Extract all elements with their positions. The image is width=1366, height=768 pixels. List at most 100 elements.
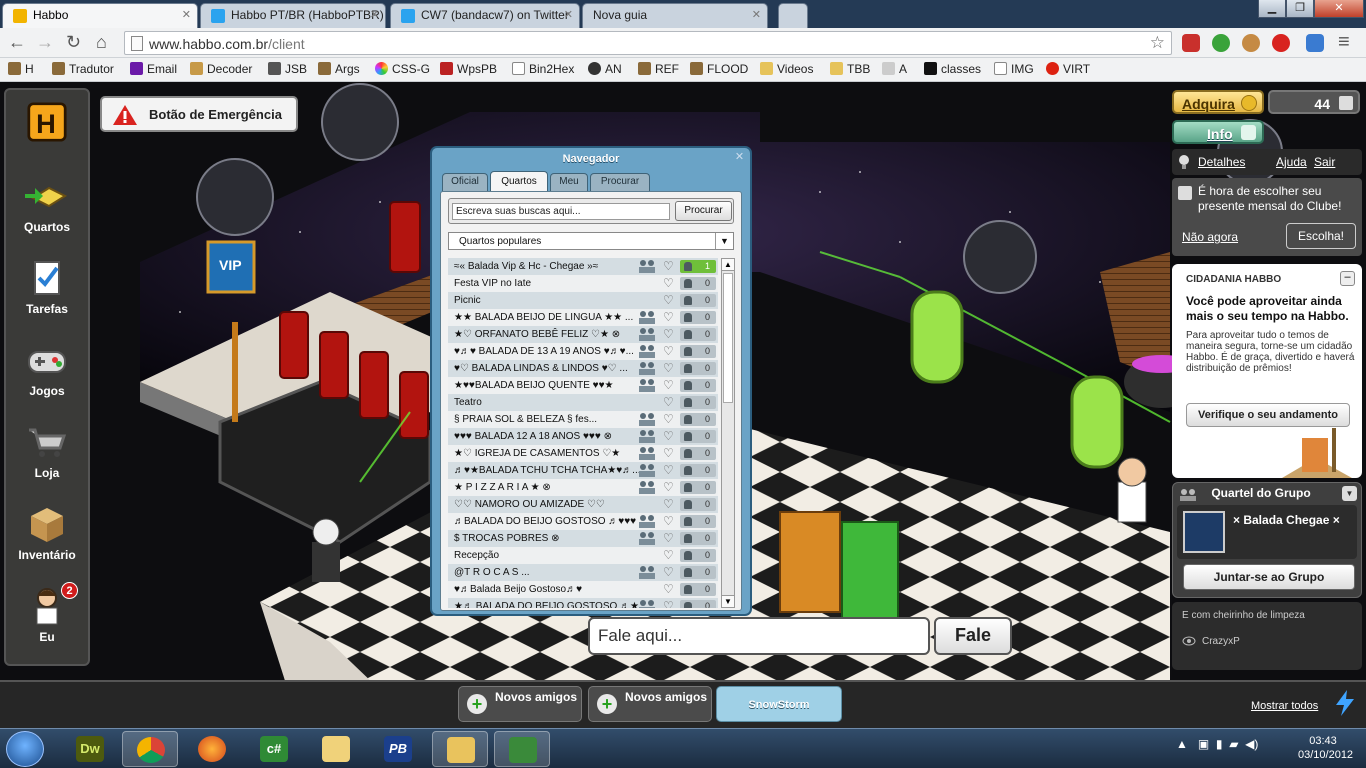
favorite-heart-icon[interactable]: ♡ [663, 360, 674, 377]
chat-input[interactable] [598, 624, 918, 648]
tab-close-icon[interactable]: ✕ [370, 8, 379, 21]
scroll-thumb[interactable] [723, 273, 733, 403]
show-all-link[interactable]: Mostrar todos [1251, 700, 1318, 712]
bookmark-item[interactable]: Email [130, 62, 177, 76]
taskbar-csharp[interactable]: c# [246, 731, 302, 767]
room-list-item[interactable]: Teatro ♡ 0 [448, 394, 718, 411]
friend-requests-button[interactable]: + Novos amigos [588, 686, 712, 722]
room-list-item[interactable]: ★♡ IGREJA DE CASAMENTOS ♡★ ♡ 0 [448, 445, 718, 462]
taskbar-paint[interactable] [308, 731, 364, 767]
toolbar-games[interactable]: Jogos [6, 340, 88, 398]
tab-twitter-cw7[interactable]: CW7 (bandacw7) on Twitter ✕ [390, 3, 580, 28]
scroll-up-icon[interactable]: ▲ [722, 259, 734, 271]
bookmark-item[interactable]: FLOOD [690, 62, 748, 76]
home-icon[interactable]: ⌂ [96, 33, 107, 51]
toolbar-quests[interactable]: Tarefas [6, 258, 88, 316]
tab-habbo[interactable]: Habbo ✕ [2, 3, 198, 28]
search-button[interactable]: Procurar [675, 201, 732, 221]
room-list-item[interactable]: ★♬ BALADA DO BEIJO GOSTOSO ♬★... ♡ 0 [448, 598, 718, 608]
choose-gift-button[interactable]: Escolha! [1286, 223, 1356, 249]
room-list-item[interactable]: ♥♬♥ BALADA DE 13 A 19 ANOS ♥♬♥... ♡ 0 [448, 343, 718, 360]
favorite-heart-icon[interactable]: ♡ [663, 258, 674, 275]
taskbar-chrome[interactable] [122, 731, 178, 767]
favorite-heart-icon[interactable]: ♡ [663, 394, 674, 411]
favorite-heart-icon[interactable]: ♡ [663, 292, 674, 309]
favorite-heart-icon[interactable]: ♡ [663, 275, 674, 292]
room-list-item[interactable]: § PRAIA SOL & BELEZA § fes... ♡ 0 [448, 411, 718, 428]
room-list-item[interactable]: Picnic ♡ 0 [448, 292, 718, 309]
forward-icon[interactable]: → [36, 33, 54, 51]
tab-close-icon[interactable]: ✕ [752, 8, 761, 21]
tab-close-icon[interactable]: ✕ [182, 8, 191, 21]
scroll-down-icon[interactable]: ▼ [722, 595, 734, 607]
room-list-item[interactable]: ♥♥♥ BALADA 12 A 18 ANOS ♥♥♥ ⊗ ♡ 0 [448, 428, 718, 445]
bookmark-star-icon[interactable]: ☆ [1150, 33, 1165, 53]
toolbar-me[interactable]: 2 Eu [6, 582, 88, 644]
taskbar-pb[interactable]: PB [370, 731, 426, 767]
close-icon[interactable]: ✕ [733, 151, 746, 164]
bookmark-folder[interactable]: Videos [760, 62, 813, 76]
not-now-link[interactable]: Não agora [1182, 230, 1238, 244]
buy-credits-button[interactable]: Adquira [1172, 90, 1264, 114]
room-list-item[interactable]: Festa VIP no Iate ♡ 0 [448, 275, 718, 292]
chevron-down-icon[interactable]: ▼ [1342, 486, 1357, 501]
taskbar-explorer[interactable] [432, 731, 488, 767]
favorite-heart-icon[interactable]: ♡ [663, 445, 674, 462]
habbo-logo-icon[interactable]: H [6, 102, 88, 146]
info-button[interactable]: Info [1172, 120, 1264, 144]
room-owner[interactable]: CrazyxP [1202, 636, 1240, 647]
lightning-icon[interactable] [1334, 690, 1356, 716]
tab-official[interactable]: Oficial [442, 173, 488, 191]
favorite-heart-icon[interactable]: ♡ [663, 343, 674, 360]
room-list-item[interactable]: ≈« Balada Vip & Hc - Chegae »≈ ♡ 1 [448, 258, 718, 275]
start-button[interactable] [6, 731, 44, 767]
signal-icon[interactable]: ▰ [1229, 737, 1238, 751]
room-list-item[interactable]: ♬BALADA DO BEIJO GOSTOSO ♬♥♥♥ ... ♡ 0 [448, 513, 718, 530]
emergency-button[interactable]: Botão de Emergência [100, 96, 298, 132]
taskbar-monitor[interactable] [494, 731, 550, 767]
bookmark-item[interactable]: Decoder [190, 62, 252, 76]
tab-rooms[interactable]: Quartos [490, 171, 548, 191]
url-bar[interactable]: www.habbo.com.br/client ☆ [124, 31, 1172, 55]
scrollbar[interactable]: ▲ ▼ [721, 258, 735, 608]
bookmark-item[interactable]: Args [318, 62, 360, 76]
bookmark-item[interactable]: IMG [994, 62, 1034, 76]
room-list-item[interactable]: ♬♥★BALADA TCHU TCHA TCHA★♥♬... ♡ 0 [448, 462, 718, 479]
taskbar-firefox[interactable] [184, 731, 240, 767]
bookmark-folder[interactable]: TBB [830, 62, 870, 76]
bookmark-item[interactable]: Tradutor [52, 62, 114, 76]
room-list-item[interactable]: ★♡ ORFANATO BEBÊ FELIZ ♡★ ⊗ ♡ 0 [448, 326, 718, 343]
volume-icon[interactable]: ◀) [1245, 737, 1258, 751]
room-list-item[interactable]: ♡♡ NAMORO OU AMIZADE ♡♡ ♡ 0 [448, 496, 718, 513]
toolbar-shop[interactable]: Loja [6, 422, 88, 480]
room-list-item[interactable]: ♥♡ BALADA LINDAS & LINDOS ♥♡ ... ♡ 0 [448, 360, 718, 377]
favorite-heart-icon[interactable]: ♡ [663, 598, 674, 608]
category-select[interactable]: Quartos populares ▼ [448, 232, 734, 250]
window-close-icon[interactable]: ✕ [1314, 0, 1364, 18]
menu-wrench-icon[interactable]: ≡ [1338, 32, 1350, 52]
minimize-icon[interactable]: ▁ [1258, 0, 1286, 18]
chat-send-button[interactable]: Fale [934, 617, 1012, 655]
favorite-heart-icon[interactable]: ♡ [663, 496, 674, 513]
room-list-item[interactable]: ★ P I Z Z A R I A ★ ⊗ ♡ 0 [448, 479, 718, 496]
bookmark-item[interactable]: H [8, 62, 34, 76]
reload-icon[interactable]: ↻ [66, 33, 81, 51]
bookmark-item[interactable]: VIRT [1046, 62, 1090, 76]
bookmark-item[interactable]: CSS-G [375, 62, 430, 76]
blue-extension-icon[interactable] [1306, 34, 1324, 52]
snowstorm-game-button[interactable]: SnowStorm [716, 686, 842, 722]
favorite-heart-icon[interactable]: ♡ [663, 513, 674, 530]
toolbar-rooms[interactable]: Quartos [6, 176, 88, 234]
friend-requests-button[interactable]: + Novos amigos [458, 686, 582, 722]
toolbar-inventory[interactable]: Inventário [6, 504, 88, 562]
favorite-heart-icon[interactable]: ♡ [663, 377, 674, 394]
tab-close-icon[interactable]: ✕ [564, 8, 573, 21]
pdf-extension-icon[interactable] [1182, 34, 1200, 52]
bookmark-item[interactable]: classes [924, 62, 981, 76]
room-list-item[interactable]: ★★ BALADA BEIJO DE LINGUA ★★ ... ♡ 0 [448, 309, 718, 326]
favorite-heart-icon[interactable]: ♡ [663, 411, 674, 428]
bookmark-item[interactable]: WpsPB [440, 62, 497, 76]
new-tab-button[interactable] [778, 3, 808, 28]
tab-new[interactable]: Nova guia ✕ [582, 3, 768, 28]
room-list-item[interactable]: ★♥♥BALADA BEIJO QUENTE ♥♥★ ♡ 0 [448, 377, 718, 394]
